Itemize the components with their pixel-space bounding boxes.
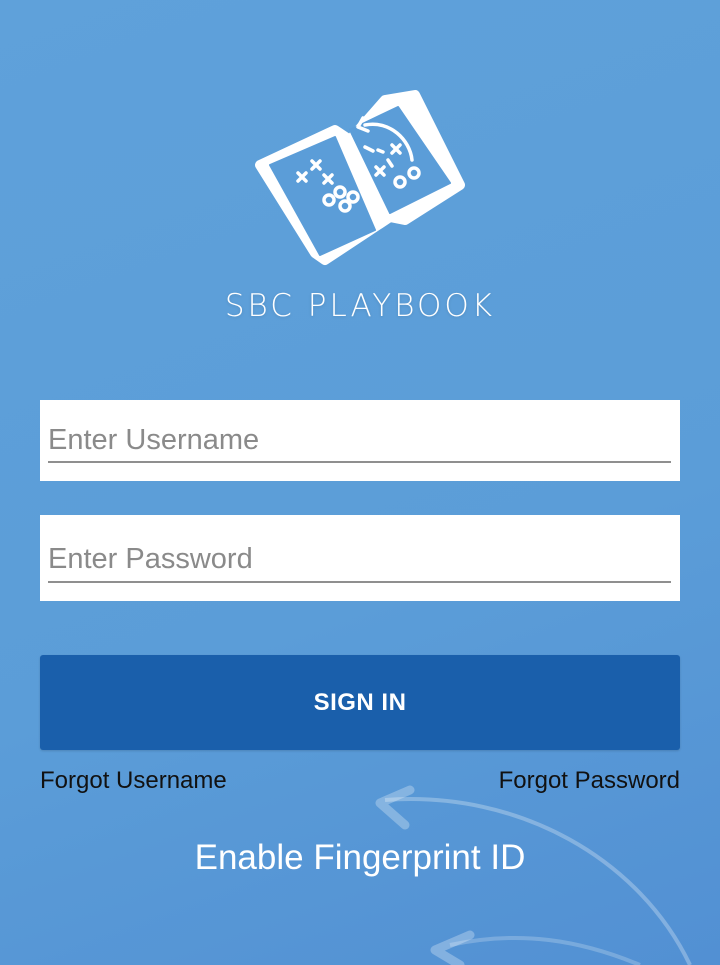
- app-brand-title: SBC PLAYBOOK: [224, 288, 496, 324]
- password-input[interactable]: [48, 537, 671, 581]
- enable-fingerprint-link[interactable]: Enable Fingerprint ID: [0, 838, 720, 878]
- forgot-password-link[interactable]: Forgot Password: [499, 767, 680, 795]
- playbook-book-icon: [255, 90, 465, 265]
- sign-in-button[interactable]: SIGN IN: [40, 655, 680, 750]
- username-field-container: [40, 400, 680, 481]
- password-field-container: [40, 515, 680, 601]
- forgot-username-link[interactable]: Forgot Username: [40, 767, 227, 795]
- password-underline: [48, 581, 671, 583]
- username-input[interactable]: [48, 418, 671, 462]
- username-underline: [48, 461, 671, 463]
